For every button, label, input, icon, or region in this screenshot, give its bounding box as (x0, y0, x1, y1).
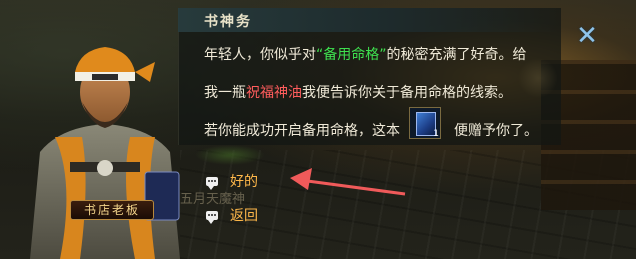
npc-name-plate: 书店老板 (70, 200, 154, 220)
npc-portrait (30, 47, 180, 259)
npc-hat-badge (92, 74, 118, 80)
arrow-shaft (299, 178, 406, 196)
npc-hat-wing (135, 62, 155, 82)
arrow-head (290, 168, 312, 190)
npc-skull-buckle (97, 160, 113, 176)
